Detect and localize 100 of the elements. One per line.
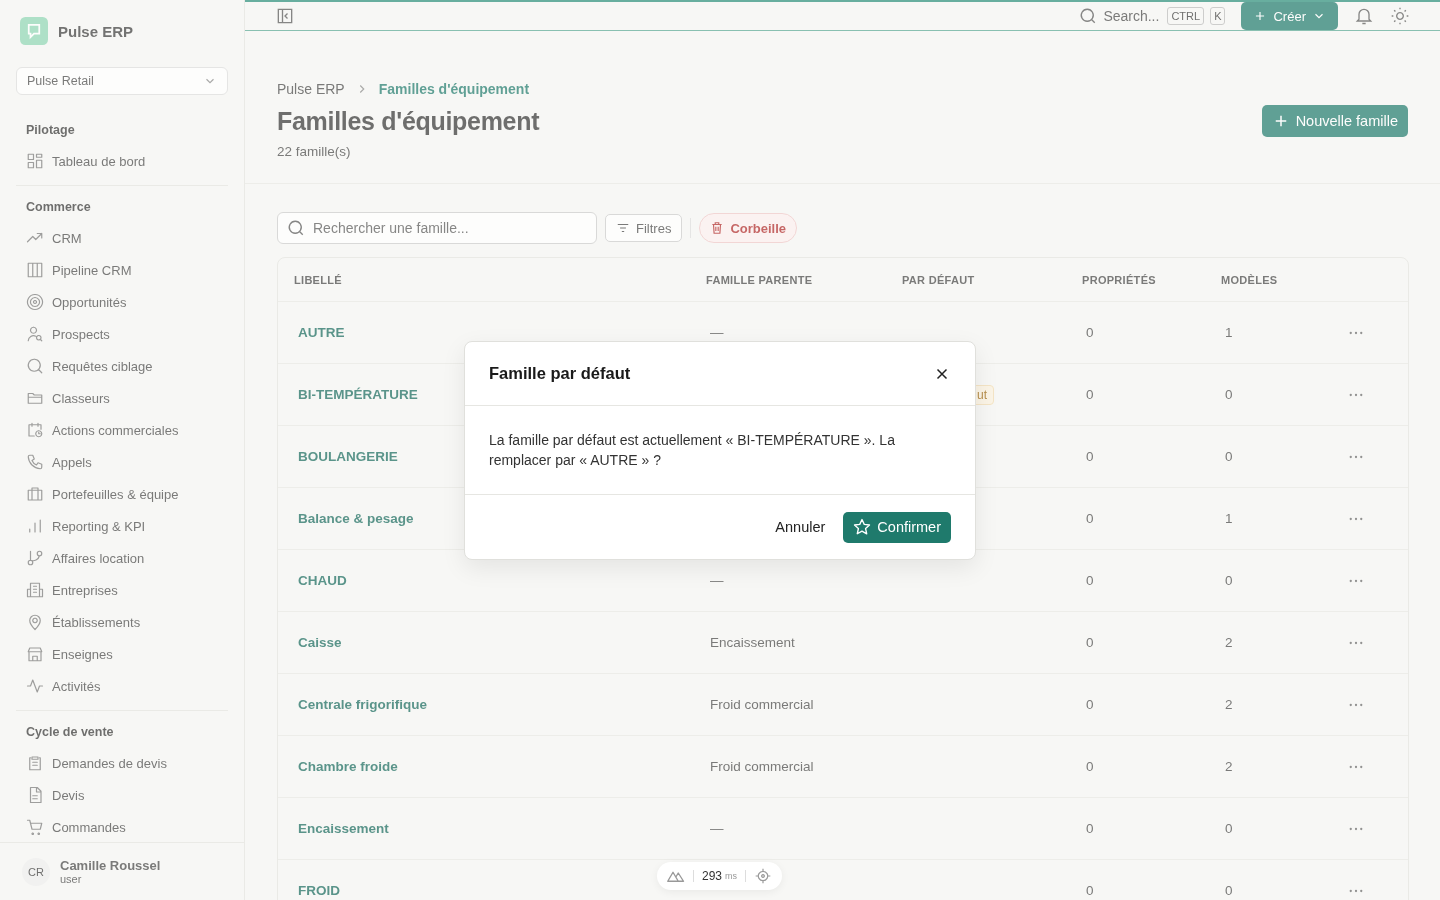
trash-icon [710, 221, 725, 235]
search-field[interactable]: Search... CTRL K [1079, 7, 1226, 25]
column-header: PAR DÉFAUT [902, 273, 975, 286]
sidebar-toggle-icon[interactable] [275, 6, 295, 26]
family-link[interactable]: AUTRE [298, 325, 345, 340]
store-icon [26, 645, 44, 663]
table-cell: 0 [1225, 449, 1233, 464]
table-cell: 0 [1086, 387, 1094, 402]
family-link[interactable]: Chambre froide [298, 759, 398, 774]
more-icon[interactable] [1349, 330, 1363, 335]
sidebar-item[interactable]: Demandes de devis [16, 747, 228, 779]
create-button[interactable]: Créer [1241, 2, 1338, 30]
sidebar-item[interactable]: CRM [16, 222, 228, 254]
sun-icon[interactable] [1390, 6, 1410, 26]
table-cell: 0 [1086, 759, 1094, 774]
more-icon[interactable] [1349, 392, 1363, 397]
time-unit: ms [725, 871, 738, 881]
sidebar-item[interactable]: Pipeline CRM [16, 254, 228, 286]
table-cell: 0 [1086, 449, 1094, 464]
breadcrumb-link[interactable]: Pulse ERP [277, 81, 345, 97]
sidebar-item[interactable]: Prospects [16, 318, 228, 350]
family-link[interactable]: CHAUD [298, 573, 347, 588]
section-title: Pilotage [25, 122, 76, 139]
branch-icon [26, 549, 44, 567]
table-cell: 0 [1225, 821, 1233, 836]
table-cell: 1 [1225, 511, 1233, 526]
table-cell: 0 [1086, 573, 1094, 588]
column-header: LIBELLÉ [294, 273, 342, 286]
briefcase-icon [26, 485, 44, 503]
sidebar-item[interactable]: Tableau de bord [16, 145, 228, 177]
table-cell: 0 [1086, 635, 1094, 650]
dialog-message: La famille par défaut est actuellement « BI-TEMPÉRATURE ». La remplacer par « AUTRE » ? [489, 431, 896, 470]
cart-icon [26, 818, 44, 836]
user-avatar: CR [22, 857, 50, 886]
more-icon[interactable] [1349, 516, 1363, 521]
sidebar-item[interactable]: Enseignes [16, 638, 228, 670]
sidebar-item[interactable]: Portefeuilles & équipe [16, 478, 228, 510]
sidebar-item[interactable]: Entreprises [16, 574, 228, 606]
app-name: Pulse ERP [58, 22, 134, 40]
section-title: Commerce [25, 199, 92, 216]
sidebar-item[interactable]: Commandes [16, 811, 228, 842]
family-link[interactable]: Caisse [298, 635, 342, 650]
workspace-select[interactable]: Pulse Retail [16, 67, 228, 95]
table-cell: 0 [1086, 883, 1094, 898]
sidebar-item[interactable]: Requêtes ciblage [16, 350, 228, 382]
crosshair-icon[interactable] [754, 868, 773, 884]
more-icon[interactable] [1349, 888, 1363, 893]
pulse-icon [26, 677, 44, 695]
columns-icon [26, 261, 44, 279]
table-cell: 2 [1225, 635, 1233, 650]
table-cell: 1 [1225, 325, 1233, 340]
more-icon[interactable] [1349, 702, 1363, 707]
user-search-icon [26, 325, 44, 343]
breadcrumb-link[interactable]: Familles d'équipement [378, 81, 530, 97]
filters-button[interactable]: Filtres [605, 214, 683, 242]
sidebar-item[interactable]: Opportunités [16, 286, 228, 318]
table-cell: — [710, 821, 724, 836]
sidebar-item[interactable]: Activités [16, 670, 228, 702]
trash-button[interactable]: Corbeille [699, 213, 797, 243]
table-cell: 0 [1225, 883, 1233, 898]
sidebar-item[interactable]: Actions commerciales [16, 414, 228, 446]
user-name: Camille Roussel [60, 858, 161, 873]
sidebar-item[interactable]: Reporting & KPI [16, 510, 228, 542]
response-time: 293 [702, 869, 723, 883]
sidebar-item[interactable]: Affaires location [16, 542, 228, 574]
table-cell: — [710, 573, 724, 588]
more-icon[interactable] [1349, 764, 1363, 769]
record-count: 22 famille(s) [277, 144, 352, 159]
phone-icon [26, 453, 44, 471]
family-link[interactable]: Centrale frigorifique [298, 697, 427, 712]
search-icon [1079, 7, 1098, 25]
more-icon[interactable] [1349, 454, 1363, 459]
table-cell: 0 [1086, 511, 1094, 526]
family-link[interactable]: BI-TEMPÉRATURE [298, 387, 418, 402]
table-cell: Encaissement [710, 635, 795, 650]
family-search-field[interactable]: Rechercher une famille... [277, 212, 597, 244]
family-link[interactable]: Encaissement [298, 821, 389, 836]
sidebar-item[interactable]: Classeurs [16, 382, 228, 414]
search-icon [287, 219, 305, 237]
shortcut-key: CTRL [1167, 7, 1205, 25]
cancel-button[interactable]: Annuler [767, 513, 834, 541]
new-family-button[interactable]: Nouvelle famille [1261, 105, 1408, 137]
table-cell: 0 [1086, 697, 1094, 712]
sidebar-item[interactable]: Appels [16, 446, 228, 478]
family-link[interactable]: BOULANGERIE [298, 449, 398, 464]
sidebar-item[interactable]: Établissements [16, 606, 228, 638]
more-icon[interactable] [1349, 578, 1363, 583]
family-link[interactable]: Balance & pesage [298, 511, 414, 526]
building-icon [26, 581, 44, 599]
more-icon[interactable] [1349, 640, 1363, 645]
column-header: FAMILLE PARENTE [706, 273, 813, 286]
confirm-button[interactable]: Confirmer [843, 511, 951, 543]
family-link[interactable]: FROID [298, 883, 340, 898]
user-role: user [60, 873, 83, 885]
search-placeholder: Search... [1103, 8, 1160, 24]
more-icon[interactable] [1349, 826, 1363, 831]
sidebar-item[interactable]: Devis [16, 779, 228, 811]
clipboard-icon [26, 754, 44, 772]
bell-icon[interactable] [1354, 6, 1374, 26]
pin-icon [26, 613, 44, 631]
